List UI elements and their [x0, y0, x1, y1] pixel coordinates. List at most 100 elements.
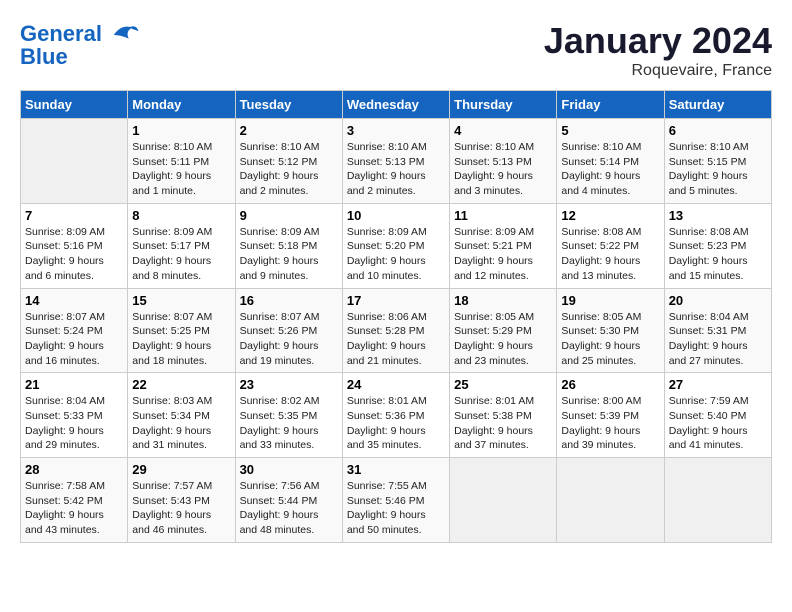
- calendar-week-3: 14 Sunrise: 8:07 AMSunset: 5:24 PMDayligh…: [21, 288, 772, 373]
- calendar-cell: 7 Sunrise: 8:09 AMSunset: 5:16 PMDaylight…: [21, 203, 128, 288]
- calendar-body: 1 Sunrise: 8:10 AMSunset: 5:11 PMDaylight…: [21, 119, 772, 543]
- day-number: 15: [132, 293, 230, 308]
- title-block: January 2024 Roquevaire, France: [544, 20, 772, 80]
- day-number: 1: [132, 123, 230, 138]
- day-info: Sunrise: 8:09 AMSunset: 5:21 PMDaylight:…: [454, 225, 552, 284]
- calendar-cell: 31Sunrise: 7:55 AMSunset: 5:46 PMDayligh…: [342, 458, 449, 543]
- day-number: 25: [454, 377, 552, 392]
- day-number: 9: [240, 208, 338, 223]
- day-info: Sunrise: 8:09 AMSunset: 5:18 PMDaylight:…: [240, 225, 338, 284]
- day-number: 12: [561, 208, 659, 223]
- calendar-cell: [557, 458, 664, 543]
- calendar-cell: 22 Sunrise: 8:03 AMSunset: 5:34 PMDayligh…: [128, 373, 235, 458]
- calendar-cell: 9 Sunrise: 8:09 AMSunset: 5:18 PMDaylight…: [235, 203, 342, 288]
- calendar-cell: 10 Sunrise: 8:09 AMSunset: 5:20 PMDayligh…: [342, 203, 449, 288]
- day-info: Sunrise: 8:05 AMSunset: 5:30 PMDaylight:…: [561, 310, 659, 369]
- day-number: 11: [454, 208, 552, 223]
- calendar-header: SundayMondayTuesdayWednesdayThursdayFrid…: [21, 91, 772, 119]
- day-info: Sunrise: 8:08 AMSunset: 5:23 PMDaylight:…: [669, 225, 767, 284]
- day-info: Sunrise: 8:08 AMSunset: 5:22 PMDaylight:…: [561, 225, 659, 284]
- calendar-cell: 3Sunrise: 8:10 AMSunset: 5:13 PMDaylight…: [342, 119, 449, 204]
- calendar-cell: 1 Sunrise: 8:10 AMSunset: 5:11 PMDaylight…: [128, 119, 235, 204]
- day-number: 26: [561, 377, 659, 392]
- calendar-cell: 16Sunrise: 8:07 AMSunset: 5:26 PMDayligh…: [235, 288, 342, 373]
- calendar-cell: 24 Sunrise: 8:01 AMSunset: 5:36 PMDayligh…: [342, 373, 449, 458]
- location: Roquevaire, France: [544, 62, 772, 80]
- logo: General Blue: [20, 20, 140, 70]
- day-info: Sunrise: 7:57 AMSunset: 5:43 PMDaylight:…: [132, 479, 230, 538]
- month-title: January 2024: [544, 20, 772, 62]
- calendar-cell: 17Sunrise: 8:06 AMSunset: 5:28 PMDayligh…: [342, 288, 449, 373]
- calendar-cell: 2Sunrise: 8:10 AMSunset: 5:12 PMDaylight…: [235, 119, 342, 204]
- day-info: Sunrise: 8:07 AMSunset: 5:24 PMDaylight:…: [25, 310, 123, 369]
- day-info: Sunrise: 8:10 AMSunset: 5:12 PMDaylight:…: [240, 140, 338, 199]
- weekday-header-monday: Monday: [128, 91, 235, 119]
- day-number: 20: [669, 293, 767, 308]
- calendar-cell: 26 Sunrise: 8:00 AMSunset: 5:39 PMDayligh…: [557, 373, 664, 458]
- calendar-cell: 6 Sunrise: 8:10 AMSunset: 5:15 PMDaylight…: [664, 119, 771, 204]
- calendar-cell: 19 Sunrise: 8:05 AMSunset: 5:30 PMDayligh…: [557, 288, 664, 373]
- calendar-cell: 20Sunrise: 8:04 AMSunset: 5:31 PMDayligh…: [664, 288, 771, 373]
- weekday-header-thursday: Thursday: [450, 91, 557, 119]
- weekday-header-wednesday: Wednesday: [342, 91, 449, 119]
- calendar-cell: 21Sunrise: 8:04 AMSunset: 5:33 PMDayligh…: [21, 373, 128, 458]
- day-number: 7: [25, 208, 123, 223]
- calendar-week-5: 28Sunrise: 7:58 AMSunset: 5:42 PMDayligh…: [21, 458, 772, 543]
- calendar-week-1: 1 Sunrise: 8:10 AMSunset: 5:11 PMDaylight…: [21, 119, 772, 204]
- calendar-cell: [21, 119, 128, 204]
- logo-bird-icon: [110, 20, 140, 50]
- day-info: Sunrise: 8:07 AMSunset: 5:26 PMDaylight:…: [240, 310, 338, 369]
- day-info: Sunrise: 8:00 AMSunset: 5:39 PMDaylight:…: [561, 394, 659, 453]
- day-number: 10: [347, 208, 445, 223]
- calendar-cell: 18Sunrise: 8:05 AMSunset: 5:29 PMDayligh…: [450, 288, 557, 373]
- calendar-cell: 5Sunrise: 8:10 AMSunset: 5:14 PMDaylight…: [557, 119, 664, 204]
- day-info: Sunrise: 8:04 AMSunset: 5:33 PMDaylight:…: [25, 394, 123, 453]
- day-number: 3: [347, 123, 445, 138]
- calendar-cell: [450, 458, 557, 543]
- weekday-header-tuesday: Tuesday: [235, 91, 342, 119]
- day-info: Sunrise: 8:09 AMSunset: 5:20 PMDaylight:…: [347, 225, 445, 284]
- day-number: 19: [561, 293, 659, 308]
- calendar-cell: 25 Sunrise: 8:01 AMSunset: 5:38 PMDayligh…: [450, 373, 557, 458]
- calendar-cell: 14 Sunrise: 8:07 AMSunset: 5:24 PMDayligh…: [21, 288, 128, 373]
- day-info: Sunrise: 7:55 AMSunset: 5:46 PMDaylight:…: [347, 479, 445, 538]
- calendar-week-2: 7 Sunrise: 8:09 AMSunset: 5:16 PMDaylight…: [21, 203, 772, 288]
- day-info: Sunrise: 8:09 AMSunset: 5:16 PMDaylight:…: [25, 225, 123, 284]
- day-info: Sunrise: 7:58 AMSunset: 5:42 PMDaylight:…: [25, 479, 123, 538]
- day-number: 17: [347, 293, 445, 308]
- weekday-header-friday: Friday: [557, 91, 664, 119]
- calendar-cell: 30Sunrise: 7:56 AMSunset: 5:44 PMDayligh…: [235, 458, 342, 543]
- day-number: 23: [240, 377, 338, 392]
- calendar-cell: 4 Sunrise: 8:10 AMSunset: 5:13 PMDaylight…: [450, 119, 557, 204]
- calendar-cell: 29Sunrise: 7:57 AMSunset: 5:43 PMDayligh…: [128, 458, 235, 543]
- day-info: Sunrise: 8:01 AMSunset: 5:36 PMDaylight:…: [347, 394, 445, 453]
- day-number: 22: [132, 377, 230, 392]
- day-number: 27: [669, 377, 767, 392]
- calendar-cell: 23 Sunrise: 8:02 AMSunset: 5:35 PMDayligh…: [235, 373, 342, 458]
- page-header: General Blue January 2024 Roquevaire, Fr…: [20, 20, 772, 80]
- day-info: Sunrise: 8:01 AMSunset: 5:38 PMDaylight:…: [454, 394, 552, 453]
- day-info: Sunrise: 8:10 AMSunset: 5:13 PMDaylight:…: [454, 140, 552, 199]
- day-info: Sunrise: 8:02 AMSunset: 5:35 PMDaylight:…: [240, 394, 338, 453]
- calendar-cell: 15 Sunrise: 8:07 AMSunset: 5:25 PMDayligh…: [128, 288, 235, 373]
- calendar-cell: [664, 458, 771, 543]
- day-info: Sunrise: 8:10 AMSunset: 5:11 PMDaylight:…: [132, 140, 230, 199]
- day-number: 8: [132, 208, 230, 223]
- calendar-cell: 13 Sunrise: 8:08 AMSunset: 5:23 PMDayligh…: [664, 203, 771, 288]
- day-info: Sunrise: 8:10 AMSunset: 5:15 PMDaylight:…: [669, 140, 767, 199]
- day-info: Sunrise: 8:07 AMSunset: 5:25 PMDaylight:…: [132, 310, 230, 369]
- calendar-cell: 8Sunrise: 8:09 AMSunset: 5:17 PMDaylight…: [128, 203, 235, 288]
- day-number: 24: [347, 377, 445, 392]
- calendar-week-4: 21Sunrise: 8:04 AMSunset: 5:33 PMDayligh…: [21, 373, 772, 458]
- day-number: 13: [669, 208, 767, 223]
- day-number: 5: [561, 123, 659, 138]
- day-number: 30: [240, 462, 338, 477]
- day-number: 14: [25, 293, 123, 308]
- day-number: 6: [669, 123, 767, 138]
- calendar-table: SundayMondayTuesdayWednesdayThursdayFrid…: [20, 90, 772, 543]
- day-info: Sunrise: 7:59 AMSunset: 5:40 PMDaylight:…: [669, 394, 767, 453]
- day-info: Sunrise: 8:05 AMSunset: 5:29 PMDaylight:…: [454, 310, 552, 369]
- weekday-header-saturday: Saturday: [664, 91, 771, 119]
- day-number: 4: [454, 123, 552, 138]
- day-info: Sunrise: 8:03 AMSunset: 5:34 PMDaylight:…: [132, 394, 230, 453]
